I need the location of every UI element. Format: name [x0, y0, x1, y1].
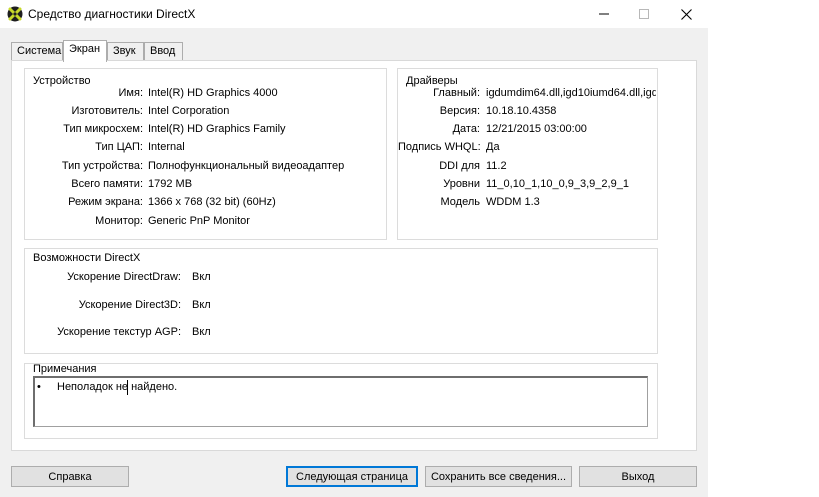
- kv-value: Вкл: [192, 326, 211, 338]
- kv-value: WDDM 1.3: [486, 196, 540, 208]
- kv-value: 11_0,10_1,10_0,9_3,9_2,9_1: [486, 178, 629, 190]
- kv-label: Тип устройства:: [61, 160, 143, 172]
- kv-value: Intel(R) HD Graphics 4000: [148, 87, 278, 99]
- kv-label: Ускорение DirectDraw:: [67, 271, 181, 283]
- kv-value: 1792 MB: [148, 178, 193, 190]
- window-title: Средство диагностики DirectX: [28, 7, 196, 21]
- minimize-button[interactable]: [584, 0, 624, 28]
- device-row-display-mode: Режим экрана: 1366 x 768 (32 bit) (60Hz): [25, 196, 385, 212]
- device-row-name: Имя: Intel(R) HD Graphics 4000: [25, 87, 385, 103]
- kv-value: Intel Corporation: [148, 105, 230, 117]
- notes-group: Примечания • Неполадок не найдено.: [24, 363, 658, 439]
- display-tab-panel: Устройство Имя: Intel(R) HD Graphics 400…: [11, 60, 697, 451]
- drivers-group: Драйверы Главный: igdumdim64.dll,igd10iu…: [397, 68, 658, 240]
- tab-input[interactable]: Ввод: [144, 42, 183, 61]
- device-group-title: Устройство: [33, 75, 91, 87]
- kv-value: Intel(R) HD Graphics Family: [148, 123, 286, 135]
- driver-row-model: Модель WDDM 1.3: [398, 196, 656, 212]
- kv-label: Изготовитель:: [71, 105, 144, 117]
- feature-row-direct3d: Ускорение Direct3D: Вкл: [25, 299, 325, 315]
- driver-row-main: Главный: igdumdim64.dll,igd10iumd64.dll,…: [398, 87, 656, 103]
- kv-value: Полнофункциональный видеоадаптер: [148, 160, 345, 172]
- device-row-chip-type: Тип микросхем: Intel(R) HD Graphics Fami…: [25, 123, 385, 139]
- text-caret: [127, 380, 128, 395]
- device-row-device-type: Тип устройства: Полнофункциональный виде…: [25, 160, 385, 176]
- device-row-manufacturer: Изготовитель: Intel Corporation: [25, 105, 385, 121]
- directx-features-title: Возможности DirectX: [33, 252, 141, 264]
- device-row-total-memory: Всего памяти: 1792 MB: [25, 178, 385, 194]
- feature-row-directdraw: Ускорение DirectDraw: Вкл: [25, 271, 325, 287]
- maximize-icon: [639, 9, 649, 19]
- kv-value: Internal: [148, 141, 185, 153]
- minimize-icon: [599, 13, 609, 15]
- kv-label: Ускорение текстур AGP:: [57, 326, 181, 338]
- kv-label: Имя:: [118, 87, 143, 99]
- device-group: Устройство Имя: Intel(R) HD Graphics 400…: [24, 68, 387, 240]
- notes-group-title: Примечания: [33, 363, 97, 375]
- feature-row-agp: Ускорение текстур AGP: Вкл: [25, 326, 325, 342]
- kv-label: Главный:: [433, 87, 480, 99]
- driver-row-whql: Подпись WHQL: Да: [398, 141, 656, 157]
- kv-value: 10.18.10.4358: [486, 105, 557, 117]
- directx-features-group: Возможности DirectX Ускорение DirectDraw…: [24, 248, 658, 354]
- driver-row-date: Дата: 12/21/2015 03:00:00: [398, 123, 656, 139]
- kv-label: Тип микросхем:: [63, 123, 143, 135]
- drivers-group-title: Драйверы: [406, 75, 458, 87]
- kv-label: Модель: [440, 196, 480, 208]
- kv-label: Тип ЦАП:: [95, 141, 143, 153]
- kv-label: DDI для: [439, 160, 480, 172]
- kv-value: 1366 x 768 (32 bit) (60Hz): [148, 196, 276, 208]
- exit-button-label: Выход: [621, 470, 655, 483]
- kv-label: Монитор:: [95, 215, 143, 227]
- kv-value: Да: [486, 141, 500, 153]
- kv-label: Всего памяти:: [71, 178, 143, 190]
- driver-row-feature-levels: Уровни 11_0,10_1,10_0,9_3,9_2,9_1: [398, 178, 656, 194]
- exit-button[interactable]: Выход: [579, 466, 697, 487]
- kv-value: Вкл: [192, 299, 211, 311]
- next-page-button-label: Следующая страница: [296, 470, 408, 483]
- kv-value: 12/21/2015 03:00:00: [486, 123, 587, 135]
- kv-label: Версия:: [439, 105, 480, 117]
- dxdiag-window: Средство диагностики DirectX Система Экр…: [0, 0, 708, 497]
- tab-label: Ввод: [150, 45, 176, 57]
- title-bar: Средство диагностики DirectX: [0, 0, 708, 28]
- kv-value: Generic PnP Monitor: [148, 215, 250, 227]
- bullet-icon: •: [37, 381, 41, 393]
- device-row-monitor: Монитор: Generic PnP Monitor: [25, 215, 385, 231]
- close-button[interactable]: [666, 0, 706, 28]
- tab-display[interactable]: Экран: [63, 40, 107, 62]
- save-all-button[interactable]: Сохранить все сведения...: [425, 466, 572, 487]
- tab-label: Звук: [113, 45, 136, 57]
- driver-row-version: Версия: 10.18.10.4358: [398, 105, 656, 121]
- tab-label: Экран: [69, 43, 101, 55]
- kv-label: Уровни: [443, 178, 480, 190]
- kv-value: 11.2: [486, 160, 507, 172]
- maximize-button[interactable]: [624, 0, 664, 28]
- help-button-label: Справка: [48, 470, 92, 483]
- device-row-dac-type: Тип ЦАП: Internal: [25, 141, 385, 157]
- kv-label: Дата:: [452, 123, 480, 135]
- help-button[interactable]: Справка: [11, 466, 129, 487]
- save-all-button-label: Сохранить все сведения...: [430, 470, 567, 483]
- close-icon: [680, 8, 692, 20]
- kv-label: Ускорение Direct3D:: [78, 299, 181, 311]
- kv-label: Режим экрана:: [68, 196, 143, 208]
- kv-value: igdumdim64.dll,igd10iumd64.dll,igd10: [486, 87, 656, 99]
- note-item: Неполадок не найдено.: [57, 381, 178, 393]
- tab-system[interactable]: Система: [11, 42, 63, 61]
- kv-label: Подпись WHQL:: [398, 141, 481, 153]
- notes-textbox[interactable]: • Неполадок не найдено.: [33, 376, 648, 427]
- tab-label: Система: [17, 45, 62, 57]
- tab-sound[interactable]: Звук: [107, 42, 144, 61]
- next-page-button[interactable]: Следующая страница: [286, 466, 418, 487]
- directx-icon: [7, 6, 23, 22]
- driver-row-ddi: DDI для 11.2: [398, 160, 656, 176]
- kv-value: Вкл: [192, 271, 211, 283]
